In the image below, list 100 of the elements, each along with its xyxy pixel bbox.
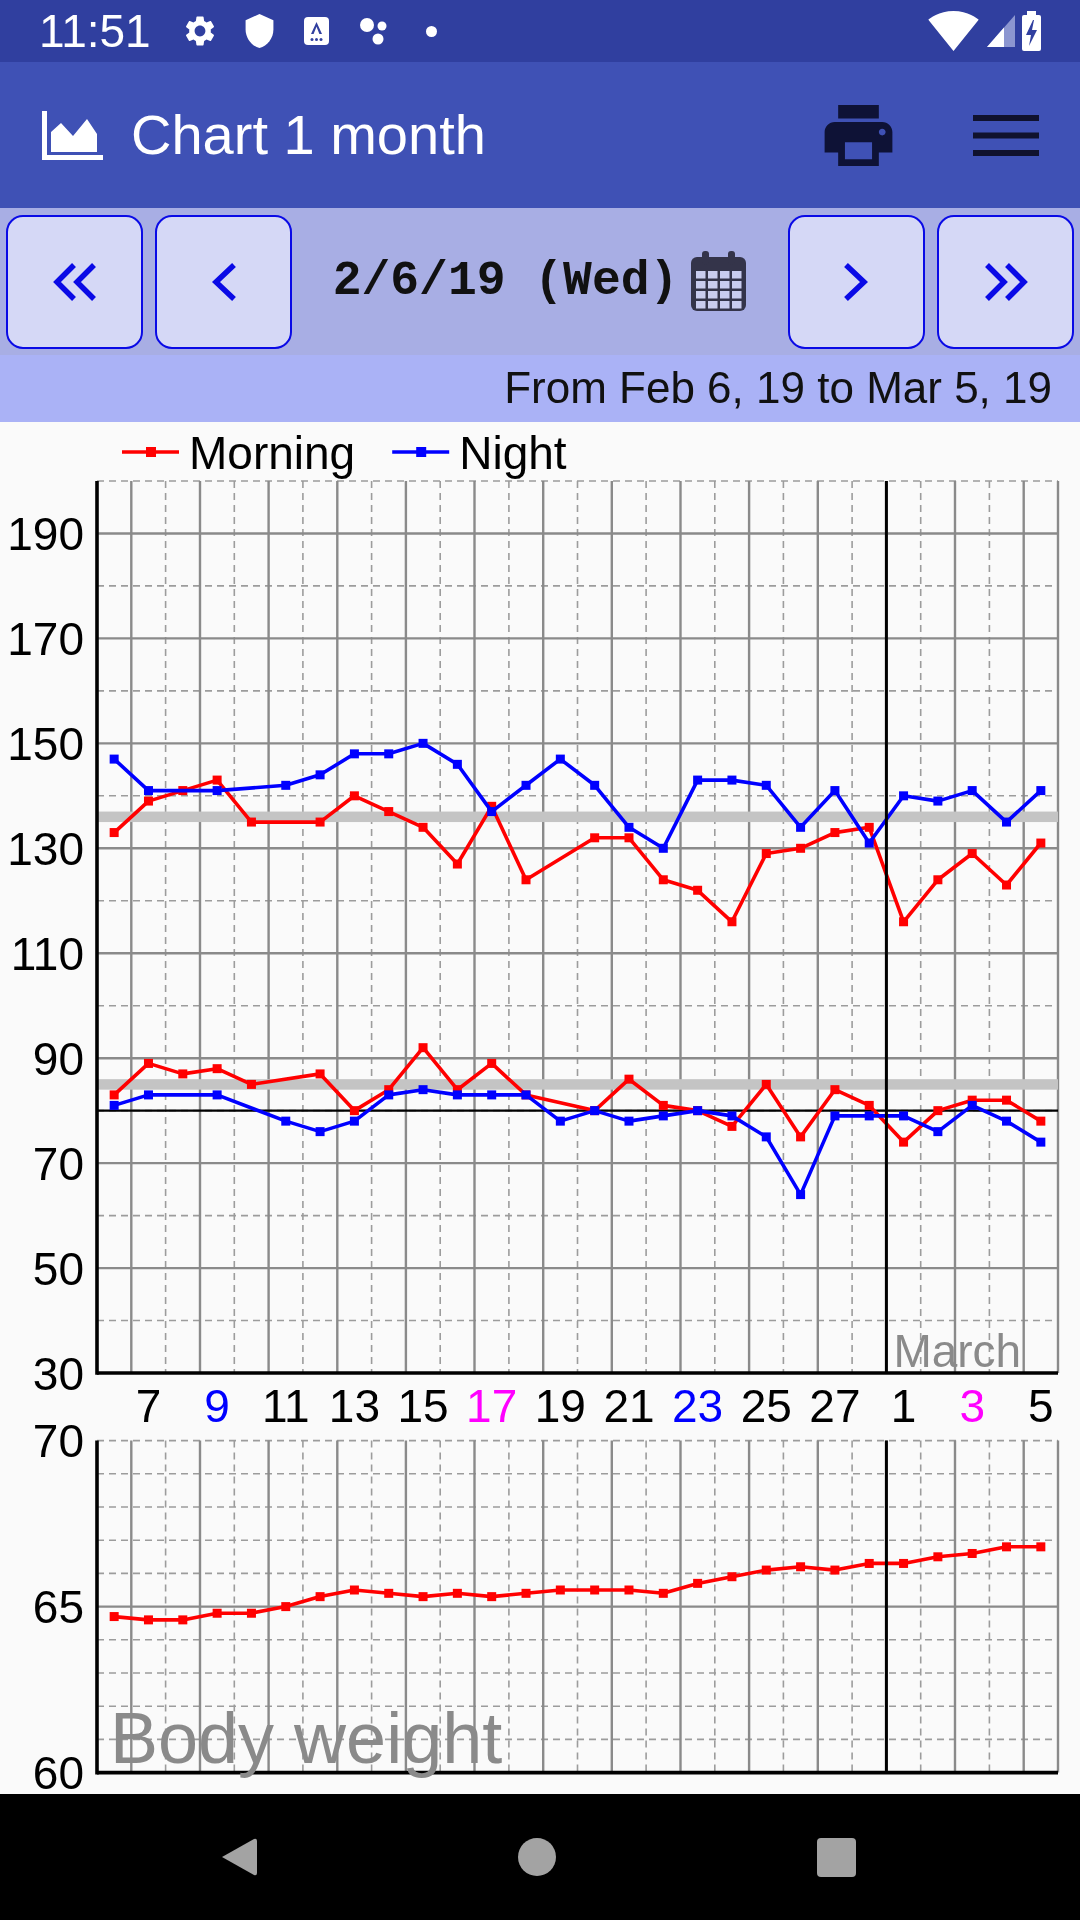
skip-back-button[interactable] (6, 214, 143, 349)
data-point (109, 754, 119, 764)
data-point (1002, 1116, 1011, 1126)
y-axis-label: 190 (7, 508, 84, 561)
data-point (315, 1127, 325, 1137)
data-point (1036, 1116, 1046, 1126)
data-point (830, 786, 840, 796)
data-point (1036, 1542, 1046, 1552)
dots-cluster-icon (358, 17, 389, 45)
data-point (418, 1085, 428, 1095)
data-point (349, 791, 359, 801)
x-axis-label: 7 (135, 1380, 162, 1432)
data-point (315, 1592, 325, 1602)
x-axis-label: 9 (204, 1380, 230, 1432)
data-point (796, 822, 806, 832)
data-point (967, 1100, 977, 1110)
data-point (281, 1602, 291, 1612)
data-point (109, 1090, 119, 1100)
data-point (899, 1137, 909, 1147)
data-point (144, 786, 153, 796)
data-point (452, 1588, 462, 1598)
gear-icon (184, 16, 215, 46)
data-point (452, 1090, 462, 1100)
data-point (624, 1585, 634, 1595)
data-point (967, 1549, 977, 1558)
data-point (830, 1565, 840, 1575)
home-circle-icon[interactable] (518, 1838, 556, 1876)
y-axis-label: 170 (7, 612, 84, 665)
data-point (384, 1090, 394, 1100)
data-point (590, 780, 600, 790)
data-point (693, 775, 703, 785)
data-point (452, 759, 462, 769)
double-chevron-right-icon (983, 261, 1028, 302)
data-point (349, 1585, 359, 1595)
date-picker-button[interactable]: 2/6/19 (Wed) (332, 251, 748, 312)
data-point (349, 1106, 359, 1116)
data-point (246, 1079, 256, 1089)
menu-icon[interactable] (973, 114, 1039, 156)
data-point (933, 1552, 943, 1562)
data-point (899, 917, 909, 927)
data-point (1036, 786, 1046, 796)
date-range-text: From Feb 6, 19 to Mar 5, 19 (504, 364, 1052, 413)
data-point (830, 1111, 840, 1121)
area-chart-icon (42, 110, 103, 160)
data-point (864, 822, 874, 832)
cell-signal-icon (987, 15, 1015, 47)
data-point (144, 1058, 153, 1068)
y-axis-label: 65 (32, 1581, 84, 1634)
app-notification-icon (303, 17, 329, 45)
data-point (590, 833, 600, 843)
back-triangle-icon[interactable] (220, 1837, 257, 1877)
data-point (1002, 1542, 1011, 1552)
data-point (761, 780, 771, 790)
data-point (521, 1588, 531, 1598)
battery-charging-icon (1022, 11, 1041, 51)
data-point (452, 859, 462, 869)
data-point (109, 828, 119, 838)
data-point (933, 1127, 943, 1137)
data-point (624, 1116, 634, 1126)
data-point (967, 849, 977, 859)
data-point (281, 1116, 291, 1126)
x-axis-label: 23 (672, 1380, 724, 1432)
data-point (349, 749, 359, 759)
data-point (1002, 817, 1011, 827)
skip-forward-button[interactable] (937, 214, 1074, 349)
data-point (281, 780, 291, 790)
app-title: Chart 1 month (131, 104, 486, 166)
data-point (864, 1100, 874, 1110)
recent-apps-square-icon[interactable] (817, 1837, 856, 1877)
data-point (384, 749, 394, 759)
double-chevron-left-icon (52, 261, 97, 302)
data-point (864, 1558, 874, 1568)
data-point (658, 1588, 668, 1598)
data-point (487, 1090, 497, 1100)
y-axis-label: 60 (32, 1747, 84, 1800)
data-point (796, 1562, 806, 1572)
y-axis-label: 50 (32, 1242, 84, 1295)
y-axis-label: 130 (7, 822, 84, 875)
shield-icon (244, 14, 274, 48)
data-point (178, 786, 188, 796)
printer-icon[interactable] (823, 104, 894, 166)
data-point (109, 1100, 119, 1110)
data-point (899, 1558, 909, 1568)
wifi-icon (927, 11, 980, 51)
data-point (727, 1111, 737, 1121)
data-point (590, 1585, 600, 1595)
forward-button[interactable] (788, 214, 925, 349)
data-point (658, 1111, 668, 1121)
x-axis-label: 11 (261, 1380, 310, 1432)
x-axis-label: 19 (534, 1380, 586, 1432)
data-point (212, 1090, 222, 1100)
data-point (178, 1615, 188, 1625)
x-axis-label: 1 (890, 1380, 917, 1432)
data-point (178, 1069, 188, 1079)
data-point (830, 828, 840, 838)
data-point (899, 791, 909, 801)
legend-label: Morning (189, 426, 356, 479)
data-point (109, 1612, 119, 1622)
data-point (315, 1069, 325, 1079)
back-button[interactable] (155, 214, 292, 349)
